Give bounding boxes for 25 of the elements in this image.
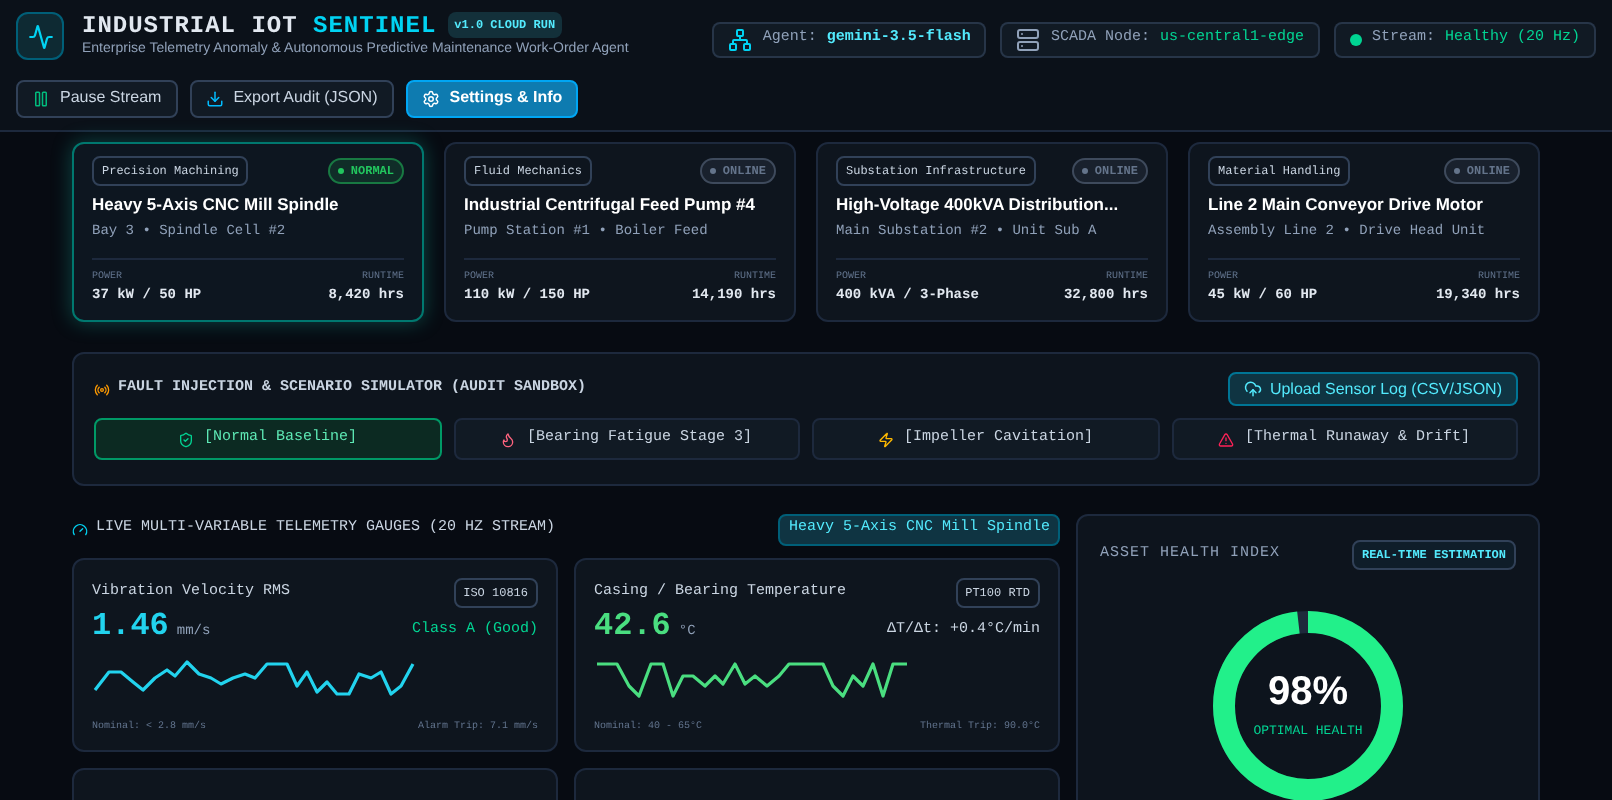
lightning-icon — [877, 431, 894, 447]
gauge-value: 42.6 — [594, 610, 671, 642]
app-title: INDUSTRIAL IOT SENTINEL — [82, 13, 437, 37]
shield-icon — [177, 431, 194, 447]
pause-button[interactable]: Pause Stream — [16, 79, 178, 117]
asset-name: Industrial Centrifugal Feed Pump #4 — [464, 192, 757, 218]
broadcast-icon — [94, 381, 110, 397]
cloud-upload-icon — [1243, 380, 1262, 398]
gauge-value: 1.46 — [92, 610, 169, 642]
warning-icon — [1218, 431, 1235, 447]
upload-button[interactable]: Upload Sensor Log (CSV/JSON) — [1227, 372, 1518, 406]
server-icon — [1016, 28, 1041, 52]
asset-name: Line 2 Main Conveyor Drive Motor — [1208, 192, 1485, 218]
health-value: 98% — [1267, 671, 1349, 712]
asset-name: High-Voltage 400kVA Distribution... — [836, 192, 1121, 218]
network-icon — [728, 28, 753, 52]
download-icon — [205, 89, 224, 107]
settings-button[interactable]: Settings & Info — [405, 79, 579, 117]
asset-name: Heavy 5-Axis CNC Mill Spindle — [92, 192, 341, 218]
pause-icon — [32, 89, 50, 107]
logo-icon — [16, 12, 64, 61]
flame-icon — [500, 431, 517, 447]
export-button[interactable]: Export Audit (JSON) — [189, 79, 394, 117]
gauge-icon — [72, 522, 88, 538]
settings-icon — [421, 89, 440, 107]
